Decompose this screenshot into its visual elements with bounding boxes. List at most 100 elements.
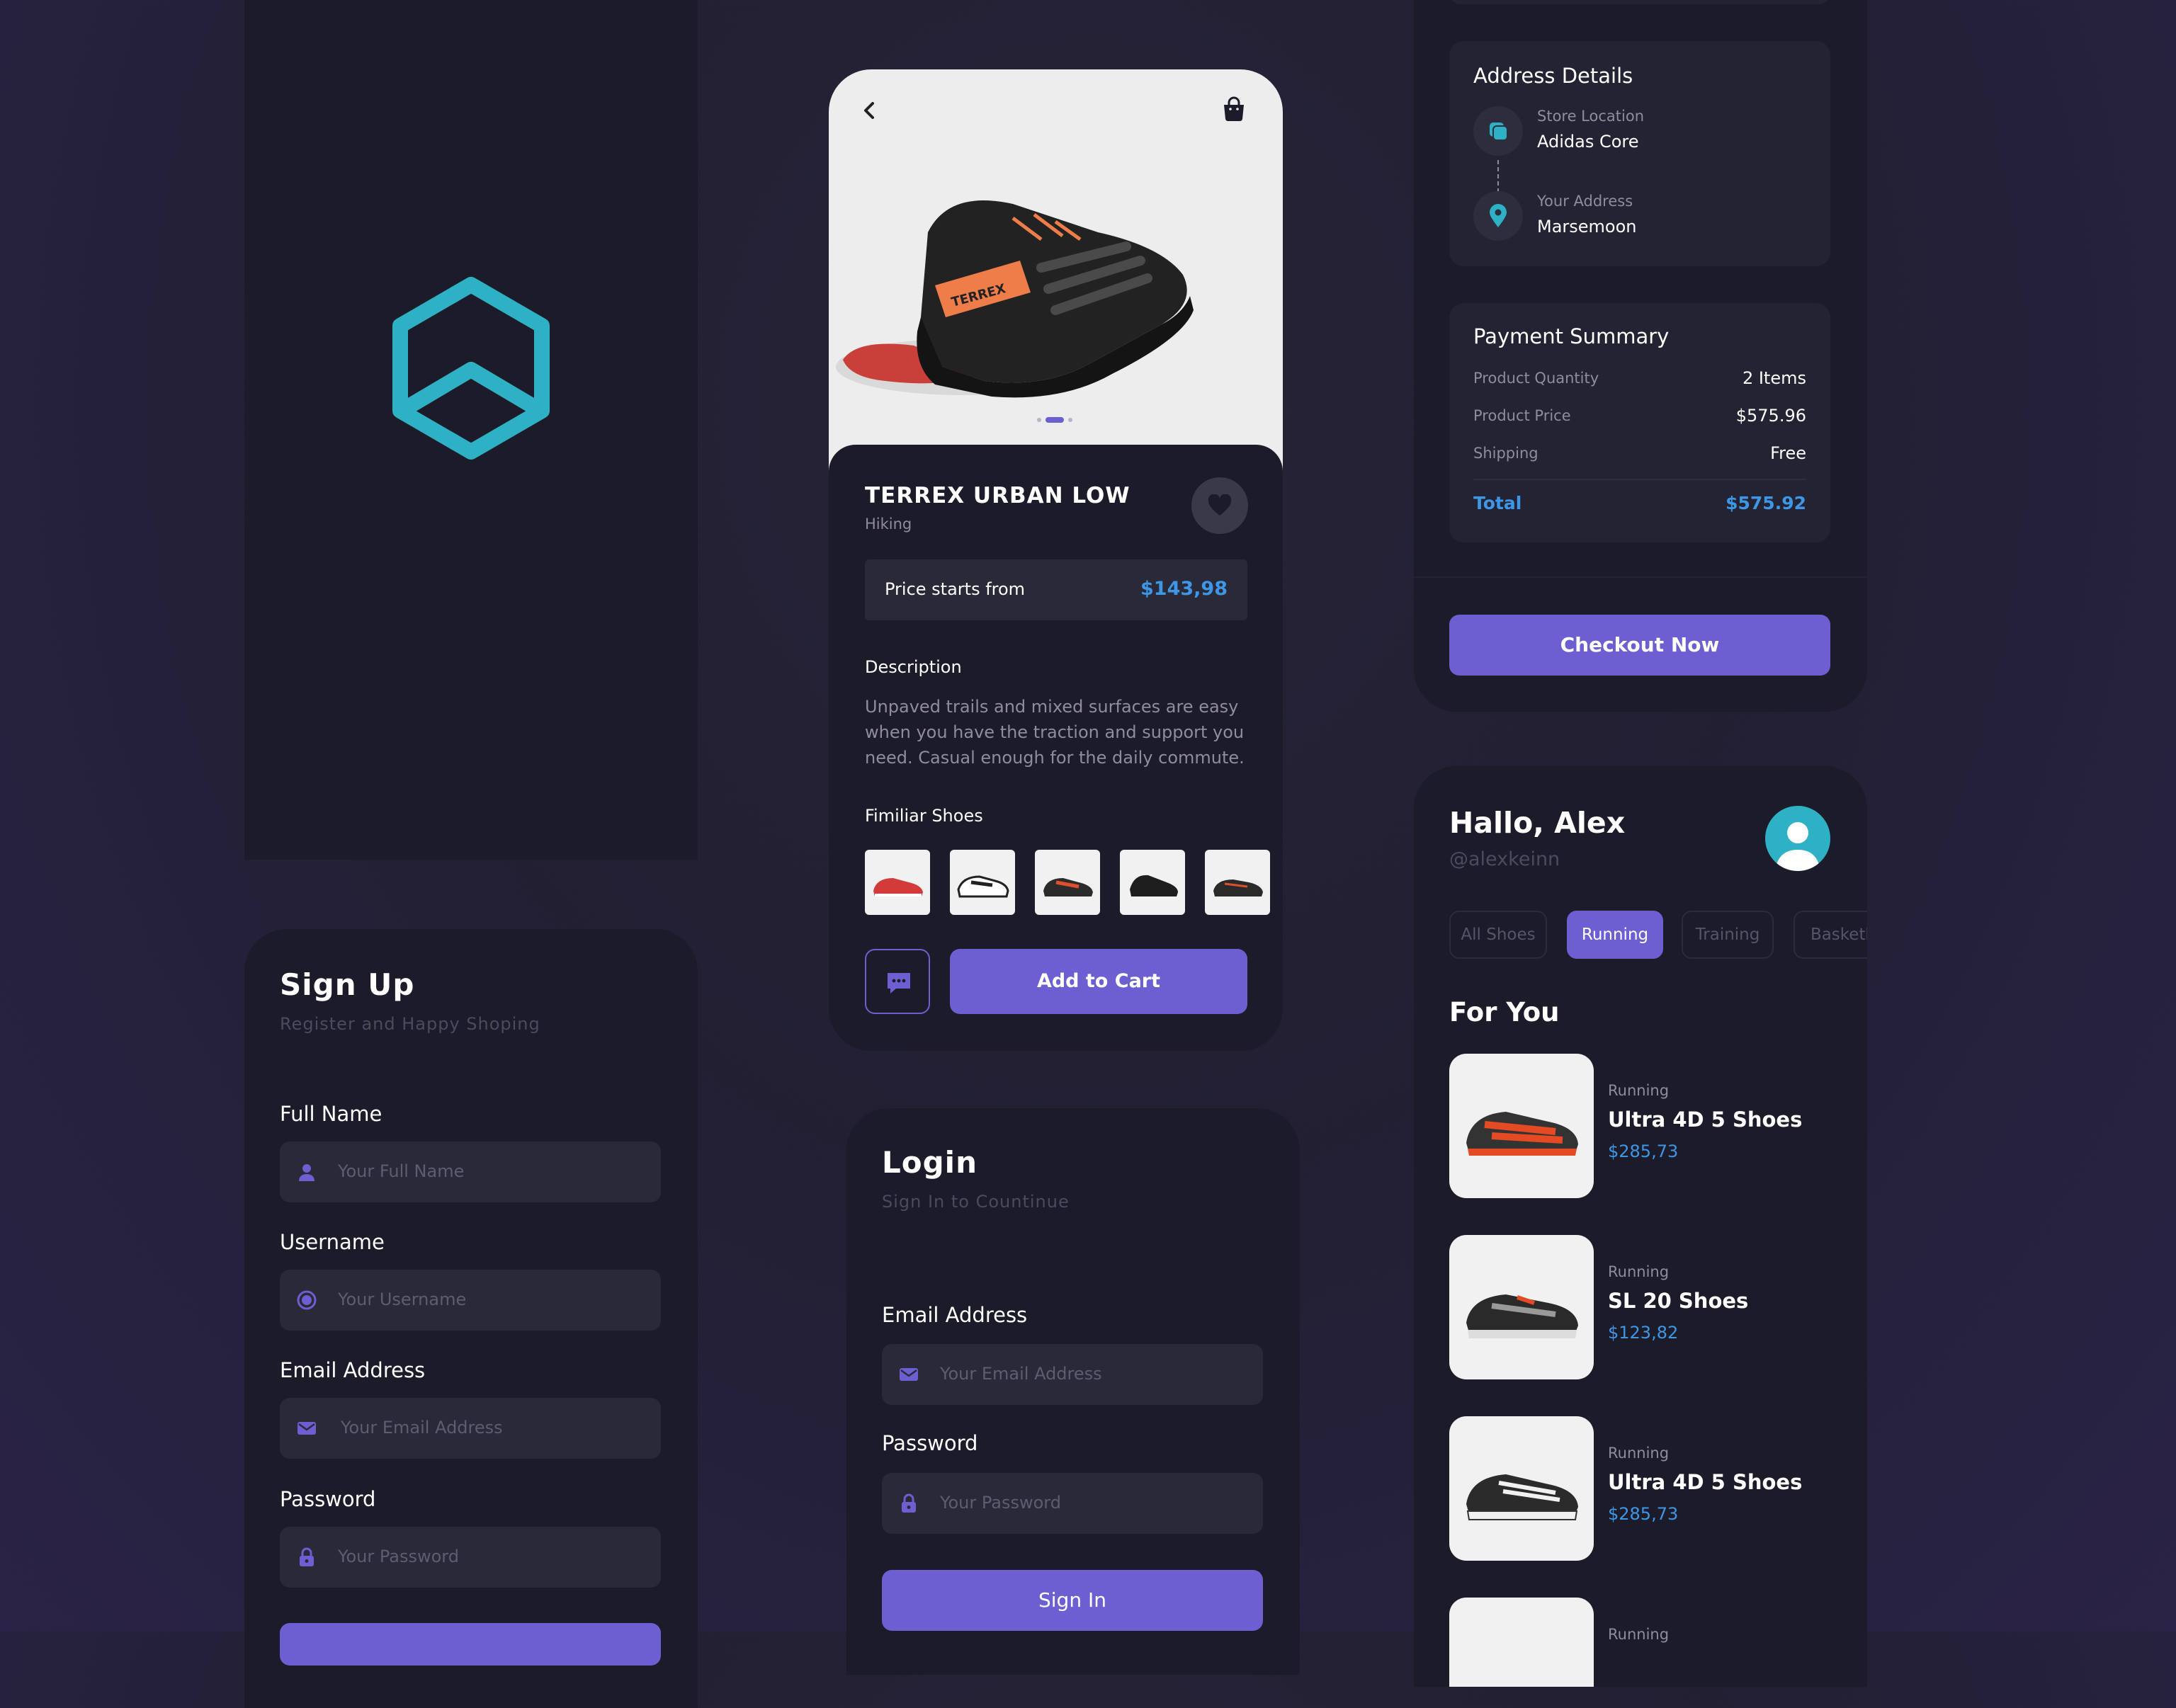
product-name[interactable]: SL 20 Shoes — [1608, 1289, 1748, 1313]
user-handle: @alexkeinn — [1449, 848, 1560, 870]
username-label: Username — [280, 1230, 385, 1254]
for-you-title: For You — [1449, 997, 1560, 1027]
lock-icon — [902, 1493, 916, 1513]
shopping-bag-icon[interactable] — [1220, 95, 1248, 123]
avatar[interactable] — [1765, 806, 1830, 871]
product-card-image[interactable] — [1449, 1235, 1594, 1379]
mail-icon — [298, 1422, 316, 1435]
fullname-placeholder: Your Full Name — [338, 1161, 465, 1181]
store-label: Store Location — [1537, 108, 1644, 125]
carousel-dot-active[interactable] — [1046, 417, 1064, 423]
signup-title: Sign Up — [280, 967, 415, 1002]
lock-icon — [300, 1547, 314, 1566]
checkout-button[interactable]: Checkout Now — [1449, 615, 1830, 676]
address-card: Address Details Store Location Adidas Co… — [1449, 41, 1830, 266]
similar-shoe-thumb[interactable] — [1035, 850, 1100, 915]
user-avatar-icon — [1775, 822, 1820, 871]
similar-title: Fimiliar Shoes — [865, 806, 983, 826]
login-password-input[interactable]: Your Password — [882, 1473, 1263, 1534]
total-value: $575.92 — [1726, 493, 1806, 513]
login-email-placeholder: Your Email Address — [940, 1364, 1102, 1384]
product-category: Hiking — [865, 516, 912, 533]
signup-screen: Sign Up Register and Happy Shoping Full … — [244, 929, 698, 1708]
store-value: Adidas Core — [1537, 132, 1639, 152]
shipping-label: Shipping — [1473, 445, 1538, 462]
payment-title: Payment Summary — [1473, 324, 1670, 348]
description-text: Unpaved trails and mixed surfaces are ea… — [865, 697, 1245, 768]
mail-icon — [900, 1368, 918, 1381]
product-detail-screen: TERREX TERREX URBAN LOW Hiking Price sta… — [829, 69, 1283, 1051]
description-title: Description — [865, 657, 962, 677]
product-name[interactable]: Ultra 4D 5 Shoes — [1608, 1108, 1802, 1132]
login-email-input[interactable]: Your Email Address — [882, 1344, 1263, 1405]
price-box: Price starts from $143,98 — [865, 559, 1247, 620]
your-address-label: Your Address — [1537, 193, 1633, 210]
product-name: TERREX URBAN LOW — [865, 483, 1130, 508]
chip-training[interactable]: Training — [1682, 911, 1774, 959]
store-icon-wrap — [1473, 106, 1523, 156]
splash-screen — [244, 0, 698, 860]
sign-in-button[interactable]: Sign In — [882, 1570, 1263, 1631]
product-card-image[interactable] — [1449, 1054, 1594, 1198]
username-placeholder: Your Username — [338, 1289, 467, 1309]
password-placeholder: Your Password — [338, 1547, 459, 1566]
similar-shoe-thumb[interactable] — [950, 850, 1015, 915]
location-pin-icon — [1490, 204, 1507, 227]
price-label: Product Price — [1473, 407, 1571, 424]
add-to-cart-button[interactable]: Add to Cart — [950, 949, 1247, 1014]
product-name[interactable]: Ultra 4D 5 Shoes — [1608, 1470, 1802, 1494]
email-input[interactable]: Your Email Address — [280, 1398, 661, 1459]
carousel-dot[interactable] — [1068, 418, 1072, 422]
product-card-image[interactable] — [1449, 1598, 1594, 1687]
store-icon — [1490, 123, 1508, 141]
similar-shoe-thumb[interactable] — [1120, 850, 1185, 915]
product-card-image[interactable] — [1449, 1416, 1594, 1561]
divider — [1414, 576, 1867, 578]
quantity-value: 2 Items — [1742, 368, 1806, 388]
address-title: Address Details — [1473, 64, 1633, 88]
favorite-button[interactable] — [1191, 477, 1248, 534]
login-password-placeholder: Your Password — [940, 1493, 1061, 1513]
login-title: Login — [882, 1145, 978, 1180]
product-shoe-image: TERREX — [836, 200, 1194, 398]
username-input[interactable]: Your Username — [280, 1270, 661, 1331]
chip-all-shoes[interactable]: All Shoes — [1449, 911, 1547, 959]
your-address-value: Marsemoon — [1537, 217, 1637, 237]
product-category: Running — [1608, 1626, 1670, 1643]
product-category: Running — [1608, 1082, 1670, 1099]
login-password-label: Password — [882, 1431, 978, 1455]
previous-card-edge — [1449, 0, 1830, 4]
carousel-dot[interactable] — [1037, 418, 1041, 422]
checkout-screen: Address Details Store Location Adidas Co… — [1414, 0, 1867, 712]
login-subtitle: Sign In to Countinue — [882, 1192, 1070, 1212]
home-screen: Hallo, Alex @alexkeinn All Shoes Running… — [1414, 766, 1867, 1687]
target-icon — [297, 1290, 317, 1310]
product-price: $123,82 — [1608, 1323, 1679, 1343]
similar-shoe-thumb[interactable] — [1205, 850, 1270, 915]
login-email-label: Email Address — [882, 1303, 1028, 1327]
fullname-input[interactable]: Your Full Name — [280, 1141, 661, 1202]
password-input[interactable]: Your Password — [280, 1527, 661, 1588]
product-price: $285,73 — [1608, 1141, 1679, 1161]
heart-icon — [1208, 494, 1232, 516]
greeting: Hallo, Alex — [1449, 806, 1626, 840]
chat-bubble-icon — [888, 973, 910, 994]
route-connector — [1497, 160, 1499, 193]
back-arrow-icon[interactable] — [857, 98, 883, 123]
fullname-label: Full Name — [280, 1102, 382, 1126]
product-info: TERREX URBAN LOW Hiking Price starts fro… — [829, 445, 1283, 1051]
hexagon-logo-icon — [392, 277, 550, 460]
total-label: Total — [1473, 493, 1522, 513]
chat-button[interactable] — [865, 949, 930, 1014]
signup-button[interactable] — [280, 1623, 661, 1666]
email-placeholder: Your Email Address — [341, 1418, 503, 1437]
price-value: $575.96 — [1735, 406, 1806, 426]
chip-basketball[interactable]: Basketb — [1794, 911, 1867, 959]
product-category: Running — [1608, 1445, 1670, 1462]
location-icon-wrap — [1473, 191, 1523, 241]
chip-running[interactable]: Running — [1567, 911, 1663, 959]
similar-shoe-thumb[interactable] — [865, 850, 930, 915]
price-label: Price starts from — [885, 579, 1026, 599]
quantity-label: Product Quantity — [1473, 370, 1599, 387]
email-label: Email Address — [280, 1358, 426, 1382]
